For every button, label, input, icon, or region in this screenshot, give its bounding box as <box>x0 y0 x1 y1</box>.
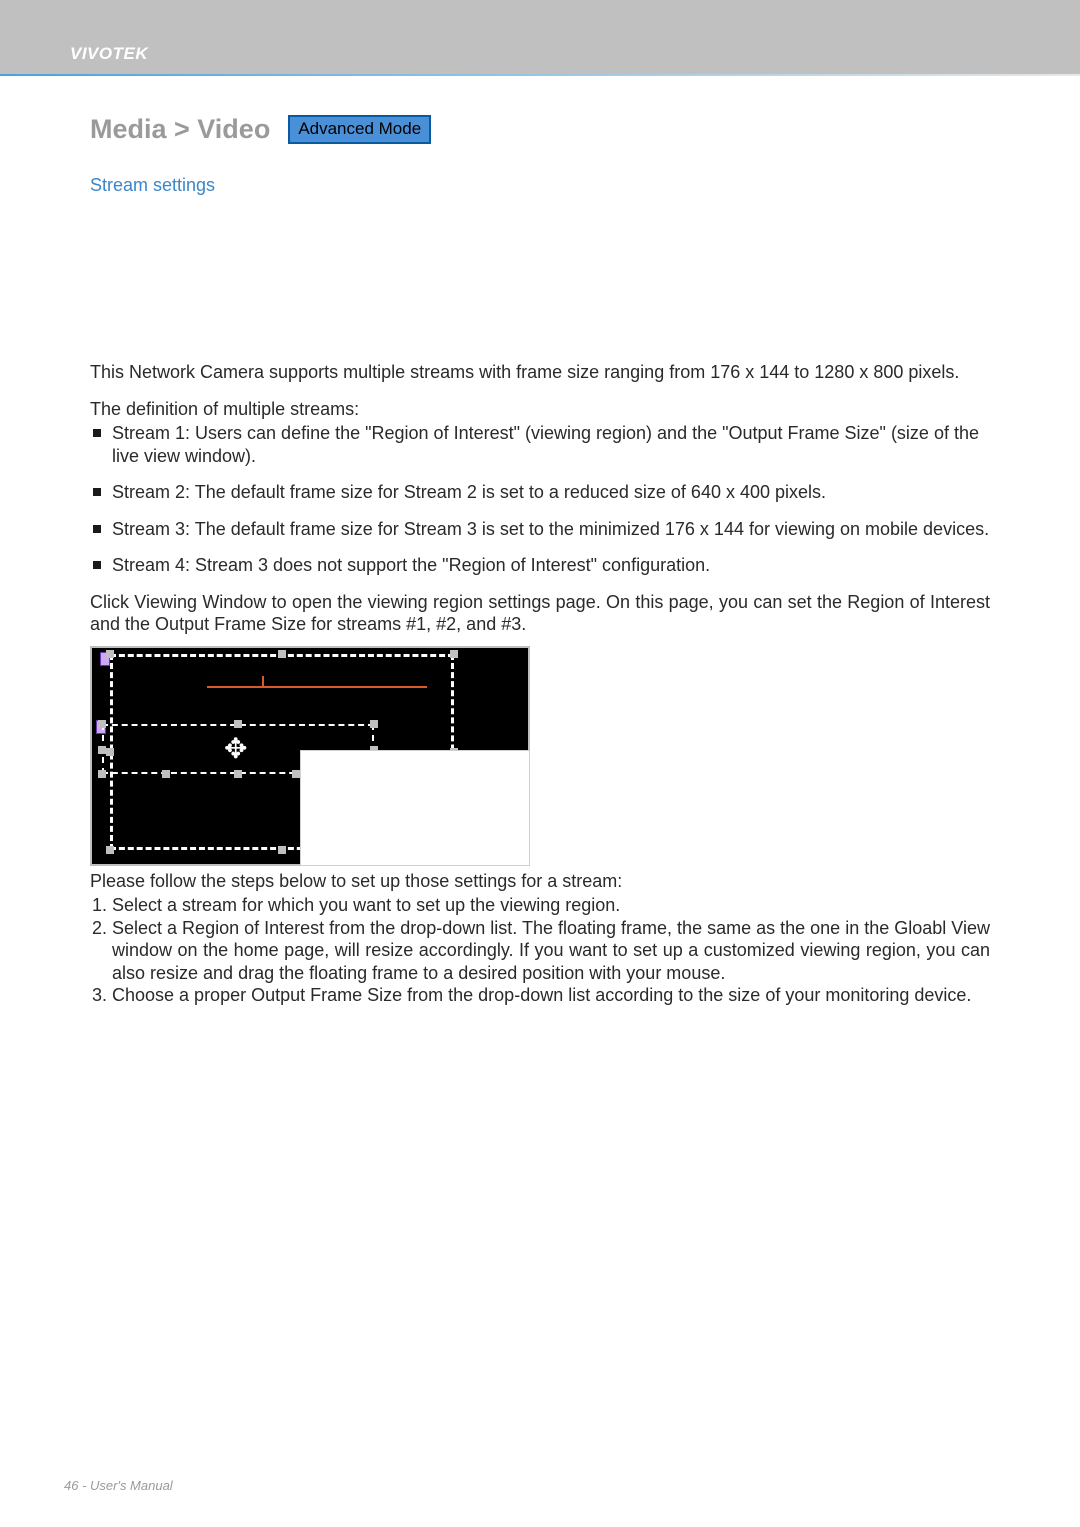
document-page: VIVOTEK Media > Video Advanced Mode Stre… <box>0 0 1080 1527</box>
resize-handle <box>98 770 106 778</box>
page-footer: 46 - User's Manual <box>64 1478 173 1493</box>
follow-steps-paragraph: Please follow the steps below to set up … <box>90 870 990 893</box>
resize-handle <box>98 720 106 728</box>
step-item: Choose a proper Output Frame Size from t… <box>112 984 990 1007</box>
advanced-mode-badge: Advanced Mode <box>288 115 431 143</box>
resize-handle <box>98 746 106 754</box>
resize-handle <box>162 770 170 778</box>
resize-handle <box>450 650 458 658</box>
move-cursor-icon: ✥ <box>224 735 247 763</box>
content-area: Media > Video Advanced Mode Stream setti… <box>0 82 1080 1067</box>
viewing-window-paragraph: Click Viewing Window to open the viewing… <box>90 591 990 636</box>
stream-definition: Stream 1: Users can define the "Region o… <box>90 422 990 467</box>
resize-handle <box>234 770 242 778</box>
stream-definitions-list: Stream 1: Users can define the "Region o… <box>90 422 990 577</box>
step-item: Select a Region of Interest from the dro… <box>112 917 990 985</box>
intro-paragraph: This Network Camera supports multiple st… <box>90 361 990 384</box>
guide-line <box>207 686 427 688</box>
resize-handle <box>106 650 114 658</box>
step-item: Select a stream for which you want to se… <box>112 894 990 917</box>
resize-handle <box>292 770 300 778</box>
stream-definition: Stream 4: Stream 3 does not support the … <box>90 554 990 577</box>
guide-line-notch <box>262 676 264 688</box>
resize-handle <box>106 846 114 854</box>
definitions-title: The definition of multiple streams: <box>90 398 990 421</box>
stream-definition: Stream 3: The default frame size for Str… <box>90 518 990 541</box>
resize-handle <box>234 720 242 728</box>
resize-handle <box>370 720 378 728</box>
header-bar: VIVOTEK <box>0 0 1080 74</box>
viewing-window-diagram: ✥ <box>90 646 530 866</box>
steps-list: Select a stream for which you want to se… <box>90 894 990 1007</box>
stream-definition: Stream 2: The default frame size for Str… <box>90 481 990 504</box>
resize-handle <box>278 650 286 658</box>
page-heading: Media > Video <box>90 114 270 145</box>
brand-label: VIVOTEK <box>70 44 148 74</box>
preview-panel <box>300 750 530 866</box>
resize-handle <box>278 846 286 854</box>
heading-row: Media > Video Advanced Mode <box>90 114 990 145</box>
section-subheading: Stream settings <box>90 175 990 196</box>
header-divider <box>0 74 1080 76</box>
